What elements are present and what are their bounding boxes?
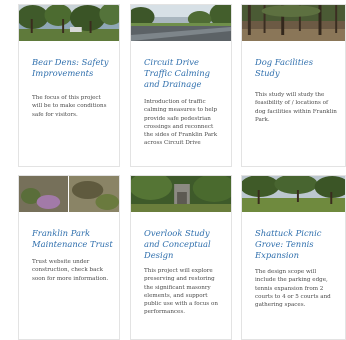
card-description: The design scope will include the parkin…	[255, 269, 331, 309]
picnic-grove-photo[interactable]	[242, 176, 345, 212]
card-title[interactable]: Franklin Park Maintenance Trust	[32, 228, 113, 250]
project-card-maintenance-trust[interactable]: Franklin Park Maintenance Trust Trust we…	[18, 175, 120, 340]
garden-photo[interactable]	[19, 176, 119, 212]
card-title[interactable]: Dog Facilities Study	[255, 57, 339, 79]
project-card-shattuck-picnic[interactable]: Shattuck Picnic Grove: Tennis Expansion …	[241, 175, 346, 340]
project-card-circuit-drive[interactable]: Circuit Drive Traffic Calming and Draina…	[130, 4, 232, 167]
card-description: This project will explore preserving and…	[144, 268, 218, 316]
park-trees-photo[interactable]	[19, 5, 119, 41]
road-photo[interactable]	[131, 5, 231, 41]
card-title[interactable]: Circuit Drive Traffic Calming and Draina…	[144, 57, 225, 90]
project-grid: Bear Dens: Safety Improvements The focus…	[0, 0, 346, 340]
card-description: Introduction of traffic calming measures…	[144, 99, 218, 147]
project-card-dog-facilities[interactable]: Dog Facilities Study This study will stu…	[241, 4, 346, 167]
stone-ruins-photo[interactable]	[131, 176, 231, 212]
card-title[interactable]: Bear Dens: Safety Improvements	[32, 57, 113, 79]
card-description: The focus of this project will be to mak…	[32, 95, 107, 118]
card-title[interactable]: Shattuck Picnic Grove: Tennis Expansion	[255, 228, 339, 261]
card-title[interactable]: Overlook Study and Conceptual Design	[144, 228, 225, 261]
project-card-overlook-study[interactable]: Overlook Study and Conceptual Design Thi…	[130, 175, 232, 340]
card-description: Trust website under construction, check …	[32, 259, 109, 282]
card-description: This study will study the feasibility of…	[255, 92, 337, 123]
project-card-bear-dens[interactable]: Bear Dens: Safety Improvements The focus…	[18, 4, 120, 167]
forest-clearing-photo[interactable]	[242, 5, 345, 41]
